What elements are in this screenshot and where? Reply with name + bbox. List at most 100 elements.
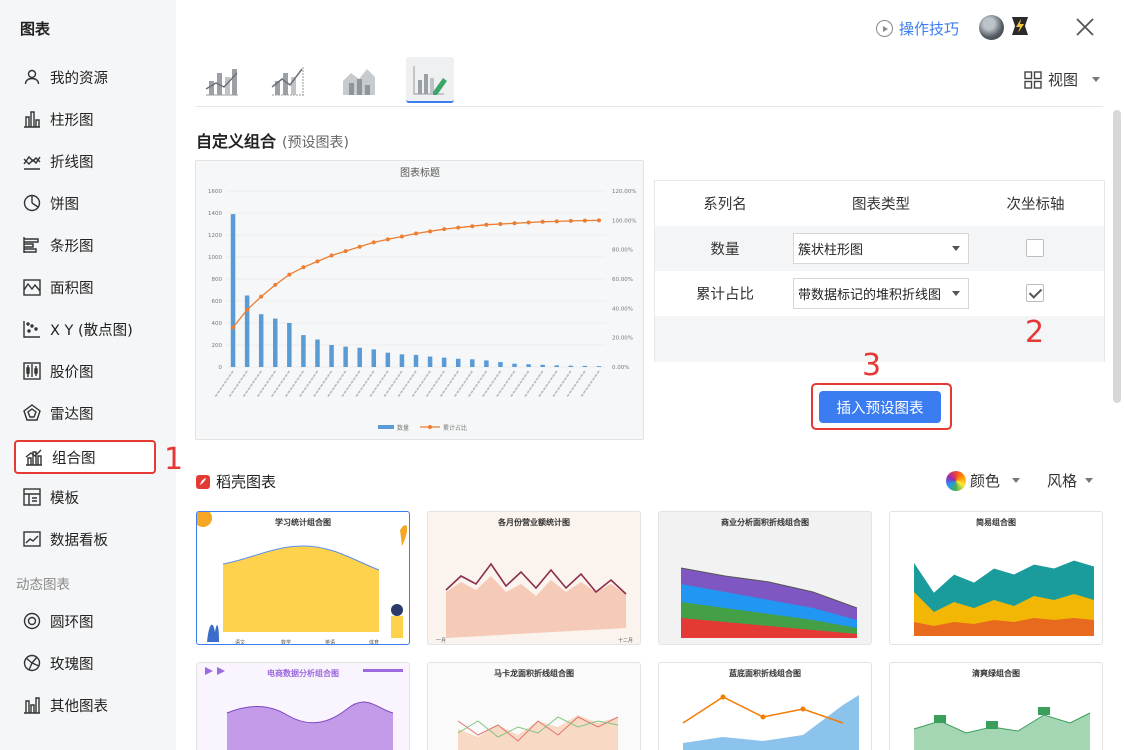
legend-swatch-bar — [378, 425, 394, 429]
sidebar-item-label: 柱形图 — [50, 112, 94, 129]
sidebar-item-bar[interactable]: 柱形图 — [14, 102, 156, 136]
sidebar-item-label: 模板 — [50, 490, 79, 507]
x-tick-label — [495, 370, 516, 398]
bar — [526, 364, 531, 367]
line-point — [414, 231, 418, 236]
template-card[interactable]: 一月 十二月 各月份营业额统计图 — [427, 511, 641, 645]
horizontal-bar-icon — [23, 237, 39, 253]
sidebar-item-label: 玫瑰图 — [50, 656, 94, 673]
sidebar-item-label: 数据看板 — [50, 532, 108, 549]
color-wheel-icon — [946, 470, 966, 491]
tips-link[interactable]: 操作技巧 — [876, 18, 959, 39]
close-icon[interactable] — [1073, 15, 1097, 39]
chevron-down-icon — [1085, 478, 1094, 483]
secondary-axis-checkbox[interactable] — [1026, 284, 1044, 302]
sidebar-item-label: 面积图 — [50, 280, 94, 297]
tab-variant-area-bar[interactable] — [335, 57, 383, 103]
table-header-row: 系列名 图表类型 次坐标轴 — [655, 181, 1104, 226]
line-point — [484, 222, 489, 227]
user-icon — [24, 69, 40, 85]
x-tick-label — [467, 370, 488, 398]
bar-line-secondary-variant-icon — [271, 67, 304, 96]
sidebar: 图表 我的资源 柱形图 折线图 饼图 条形图 面积图 X Y (散点图) 股价图… — [0, 0, 176, 750]
bar — [427, 356, 433, 367]
sidebar-item-label: 其他图表 — [50, 698, 108, 715]
sidebar-item-rose[interactable]: 玫瑰图 — [14, 646, 156, 680]
x-tick-label — [256, 370, 276, 398]
sidebar-item-pie[interactable]: 饼图 — [14, 186, 156, 220]
sidebar-item-area[interactable]: 面积图 — [14, 270, 156, 304]
bar — [582, 365, 588, 367]
line-point — [456, 225, 461, 230]
template-card[interactable]: 电商数据分析组合图 — [196, 662, 410, 750]
template-title: 电商数据分析组合图 — [267, 669, 339, 678]
bar — [371, 349, 377, 367]
bar — [554, 365, 559, 367]
sidebar-item-stock[interactable]: 股价图 — [14, 354, 156, 388]
legend-label: 数量 — [397, 424, 409, 432]
x-tick-label — [552, 370, 572, 398]
x-tick-label — [355, 370, 375, 398]
sidebar-item-label: 圆环图 — [50, 614, 94, 631]
bar — [230, 214, 236, 367]
table-row: 累计占比 带数据标记的堆积折线图 — [655, 271, 1104, 316]
template-card[interactable]: 清爽绿组合图 — [889, 662, 1103, 750]
sidebar-item-my-resources[interactable]: 我的资源 — [14, 60, 156, 94]
line-point — [428, 229, 433, 234]
sidebar-item-template[interactable]: 模板 — [14, 480, 156, 514]
annotation-2: 2 — [1025, 315, 1045, 350]
insert-preset-chart-button[interactable]: 插入预设图表 — [819, 391, 941, 423]
tab-variant-bar-line-secondary[interactable] — [264, 57, 312, 103]
color-dropdown[interactable]: 颜色 — [946, 470, 1021, 491]
line-point — [568, 218, 573, 223]
style-dropdown[interactable]: 风格 — [1047, 470, 1094, 491]
template-card[interactable]: 简易组合图 — [889, 511, 1103, 645]
bar — [357, 347, 362, 367]
line-chart-icon — [23, 155, 41, 170]
avatar[interactable] — [979, 15, 1004, 40]
sidebar-item-combo[interactable]: 组合图 — [14, 440, 156, 474]
view-toggle[interactable]: 视图 — [1024, 69, 1101, 90]
chart-type-select[interactable]: 带数据标记的堆积折线图 — [793, 278, 969, 309]
x-tick-label — [326, 370, 347, 398]
svg-text:十二月: 十二月 — [618, 637, 633, 644]
tab-variant-bar-line[interactable] — [198, 57, 246, 103]
dashboard-icon — [23, 531, 41, 547]
template-card[interactable]: 马卡龙面积折线组合图 — [427, 662, 641, 750]
sidebar-item-scatter[interactable]: X Y (散点图) — [14, 312, 156, 346]
template-preview — [913, 559, 1095, 636]
sidebar-item-radar[interactable]: 雷达图 — [14, 396, 156, 430]
sidebar-item-donut[interactable]: 圆环图 — [14, 604, 156, 638]
sidebar-section-dynamic: 动态图表 — [16, 577, 70, 593]
tab-variant-custom[interactable] — [406, 57, 454, 103]
template-card[interactable]: 商业分析面积折线组合图 — [658, 511, 872, 645]
bar — [273, 318, 278, 367]
x-tick-label — [298, 370, 319, 398]
custom-combo-title: 自定义组合 (预设图表) — [196, 132, 349, 151]
template-title: 马卡龙面积折线组合图 — [494, 669, 574, 678]
sidebar-item-horizontal-bar[interactable]: 条形图 — [14, 228, 156, 262]
chart-type-select[interactable]: 簇状柱形图 — [793, 233, 969, 264]
template-card[interactable]: 语文 数学 英语 体育 学习统计组合图 — [196, 511, 410, 645]
bar — [596, 366, 602, 367]
sidebar-item-other[interactable]: 其他图表 — [14, 688, 156, 722]
bar — [287, 323, 292, 367]
annotation-1: 1 — [164, 442, 184, 477]
style-label: 风格 — [1047, 472, 1078, 490]
area-chart-icon — [23, 279, 41, 296]
sidebar-item-line[interactable]: 折线图 — [14, 144, 156, 178]
template-preview — [680, 567, 858, 638]
pareto-chart: 图表标题 1600 1400 1200 1000 800 600 400 200 0 120.00%… — [208, 166, 636, 432]
line-point — [442, 227, 447, 232]
scrollbar[interactable] — [1113, 110, 1121, 403]
secondary-axis-checkbox[interactable] — [1026, 239, 1044, 257]
y-tick-label: 1400 — [208, 211, 222, 217]
y2-tick-label: 80.00% — [612, 248, 633, 254]
pie-chart-icon — [23, 194, 41, 212]
y-tick-label: 1600 — [208, 189, 222, 195]
template-card[interactable]: 蓝底面积折线组合图 — [658, 662, 872, 750]
bar — [301, 335, 306, 367]
x-tick-label — [383, 370, 403, 398]
sidebar-item-dashboard[interactable]: 数据看板 — [14, 522, 156, 556]
bar — [455, 358, 461, 367]
